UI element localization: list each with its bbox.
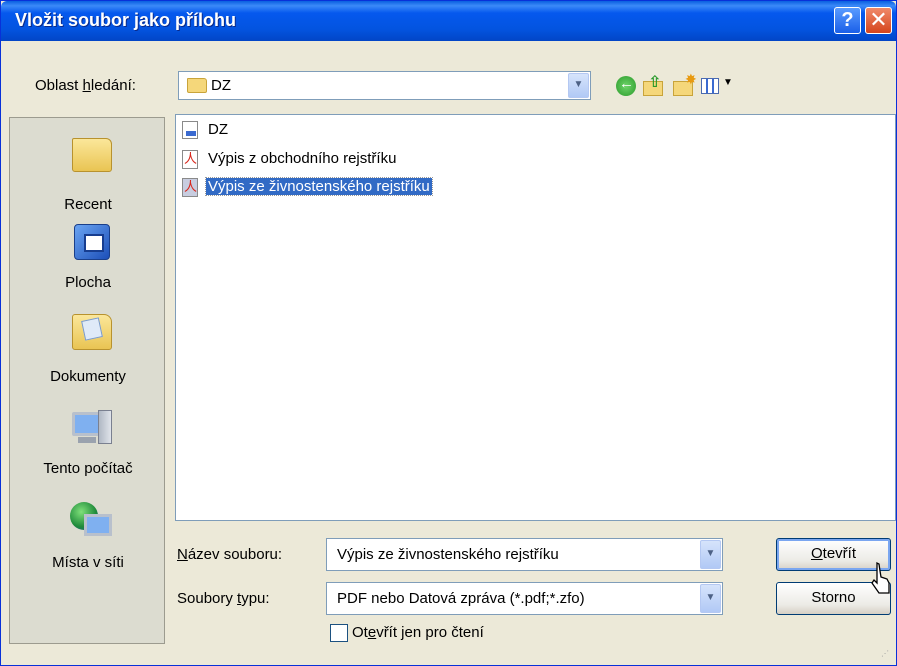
places-bar: Recent Plocha Dokumenty Tento počítač Mí… bbox=[9, 117, 165, 644]
views-menu-icon bbox=[701, 78, 719, 94]
close-icon: ✕ bbox=[869, 7, 888, 32]
place-label: Dokumenty bbox=[50, 368, 126, 385]
place-recent[interactable]: Recent bbox=[10, 132, 166, 213]
chevron-down-icon: ▼ bbox=[723, 77, 733, 88]
look-in-value: DZ bbox=[211, 77, 231, 94]
dz-file-icon bbox=[182, 121, 198, 139]
pdf-file-icon bbox=[182, 178, 198, 197]
place-label: Místa v síti bbox=[52, 554, 124, 571]
up-folder-button[interactable]: ⇧ bbox=[641, 73, 667, 99]
desktop-icon bbox=[74, 224, 110, 260]
look-in-label: Oblast hledání: bbox=[35, 77, 136, 94]
look-in-dropdown[interactable]: DZ ▼ bbox=[178, 71, 591, 100]
place-label: Tento počítač bbox=[43, 460, 133, 477]
open-file-dialog: Vložit soubor jako přílohu ? ✕ Oblast hl… bbox=[0, 0, 897, 666]
computer-icon bbox=[72, 410, 112, 446]
folder-icon bbox=[187, 78, 207, 93]
file-name: DZ bbox=[208, 121, 228, 138]
new-folder-button[interactable]: ✸ bbox=[671, 71, 697, 99]
documents-icon bbox=[72, 314, 112, 350]
title-bar[interactable]: Vložit soubor jako přílohu ? ✕ bbox=[1, 1, 896, 41]
file-name: Výpis z obchodního rejstříku bbox=[208, 150, 397, 167]
resize-grip[interactable]: ⋰ bbox=[881, 650, 893, 663]
help-button[interactable]: ? bbox=[834, 7, 861, 34]
chevron-down-icon[interactable]: ▼ bbox=[700, 540, 721, 569]
mouse-pointer-icon bbox=[871, 561, 890, 594]
file-name-value: Výpis ze živnostenského rejstříku bbox=[337, 546, 559, 563]
dialog-title: Vložit soubor jako přílohu bbox=[15, 10, 237, 30]
chevron-down-icon[interactable]: ▼ bbox=[568, 73, 589, 98]
place-my-computer[interactable]: Tento počítač bbox=[10, 404, 166, 484]
pdf-file-icon bbox=[182, 150, 198, 169]
read-only-checkbox[interactable] bbox=[330, 624, 348, 642]
file-name-label: Název souboru: bbox=[177, 546, 283, 563]
place-documents[interactable]: Dokumenty bbox=[10, 308, 166, 390]
chevron-down-icon[interactable]: ▼ bbox=[700, 584, 721, 613]
place-label: Recent bbox=[64, 196, 112, 213]
file-type-dropdown[interactable]: PDF nebo Datová zpráva (*.pdf;*.zfo) ▼ bbox=[326, 582, 723, 615]
file-list[interactable]: DZ Výpis z obchodního rejstříku Výpis ze… bbox=[175, 114, 896, 521]
back-icon bbox=[616, 75, 636, 96]
place-desktop[interactable]: Plocha bbox=[10, 222, 166, 302]
close-button[interactable]: ✕ bbox=[865, 7, 892, 34]
file-name-input[interactable]: Výpis ze živnostenského rejstříku ▼ bbox=[326, 538, 723, 571]
folder-icon bbox=[72, 138, 112, 172]
help-icon: ? bbox=[841, 9, 854, 31]
place-network[interactable]: Místa v síti bbox=[10, 498, 166, 578]
read-only-label[interactable]: Otevřít jen pro čtení bbox=[352, 624, 484, 641]
file-type-value: PDF nebo Datová zpráva (*.pdf;*.zfo) bbox=[337, 590, 585, 607]
place-label: Plocha bbox=[65, 274, 111, 291]
views-menu-button[interactable]: ▼ bbox=[699, 73, 739, 99]
file-name: Výpis ze živnostenského rejstříku bbox=[205, 177, 433, 196]
file-type-label: Soubory typu: bbox=[177, 590, 270, 607]
network-icon bbox=[70, 502, 114, 542]
back-button[interactable] bbox=[613, 73, 639, 99]
